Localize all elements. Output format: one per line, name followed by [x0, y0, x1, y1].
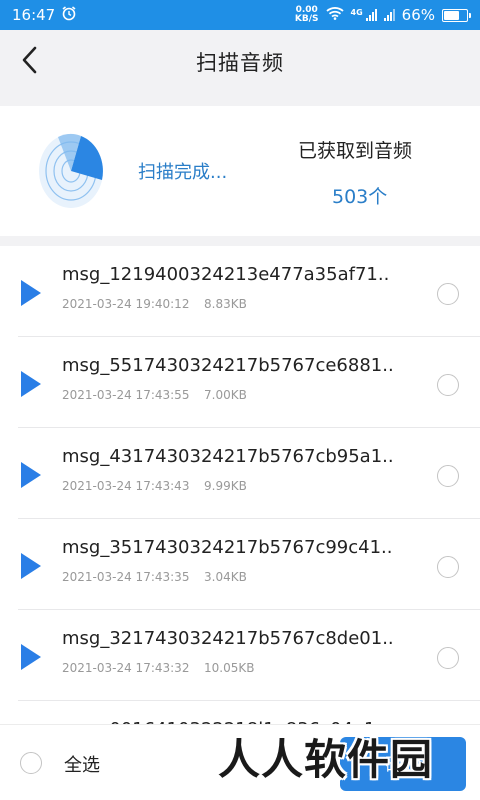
page-title: 扫描音频	[196, 51, 284, 75]
battery-icon	[442, 8, 471, 22]
scan-summary-card: 扫描完成... 已获取到音频 503个	[0, 106, 480, 236]
list-item[interactable]: msg_3517430324217b5767c99c41.. 2021-03-2…	[0, 519, 480, 610]
play-icon[interactable]	[20, 370, 42, 398]
select-all-label[interactable]: 全选	[64, 751, 100, 777]
play-icon[interactable]	[20, 643, 42, 671]
signal-icon	[365, 9, 377, 21]
file-name: msg_4317430324217b5767cb95a1..	[62, 446, 394, 467]
battery-percent: 66%	[401, 6, 435, 24]
signal-icon-2	[383, 9, 395, 21]
list-item[interactable]: msg_4317430324217b5767cb95a1.. 2021-03-2…	[0, 428, 480, 519]
file-size: 3.04KB	[204, 570, 247, 584]
list-item[interactable]: msg_1219400324213e477a35af71.. 2021-03-2…	[0, 246, 480, 337]
network-type: 4G	[350, 8, 363, 17]
list-item[interactable]: msg_5517430324217b5767ce6881.. 2021-03-2…	[0, 337, 480, 428]
back-button[interactable]	[14, 44, 44, 80]
confirm-button[interactable]: 确定	[340, 737, 466, 791]
result-label: 已获取到音频	[298, 140, 413, 162]
select-radio[interactable]	[437, 647, 459, 669]
file-date: 2021-03-24 19:40:12	[62, 297, 190, 311]
play-icon[interactable]	[20, 461, 42, 489]
file-name: msg_5517430324217b5767ce6881..	[62, 355, 394, 376]
file-date: 2021-03-24 17:43:35	[62, 570, 190, 584]
chevron-left-icon	[21, 46, 37, 78]
alarm-icon	[61, 5, 77, 25]
play-icon[interactable]	[20, 552, 42, 580]
wifi-icon	[325, 6, 344, 24]
file-size: 7.00KB	[204, 388, 247, 402]
file-date: 2021-03-24 17:43:43	[62, 479, 190, 493]
list-item[interactable]: msg_0016410322218l1e836c04e1	[0, 701, 480, 724]
header: 扫描音频	[0, 30, 480, 94]
result-count: 503个	[332, 186, 388, 208]
select-radio[interactable]	[437, 556, 459, 578]
radar-scan-icon	[38, 132, 104, 210]
select-radio[interactable]	[437, 283, 459, 305]
bottom-bar: 全选 确定	[0, 724, 480, 800]
file-size: 8.83KB	[204, 297, 247, 311]
list-item[interactable]: msg_3217430324217b5767c8de01.. 2021-03-2…	[0, 610, 480, 701]
scan-status-text: 扫描完成...	[138, 162, 228, 183]
file-name: msg_1219400324213e477a35af71..	[62, 264, 390, 285]
file-date: 2021-03-24 17:43:32	[62, 661, 190, 675]
select-radio[interactable]	[437, 465, 459, 487]
file-name: msg_3517430324217b5767c99c41..	[62, 537, 393, 558]
select-all-radio[interactable]	[20, 752, 42, 774]
status-bar: 16:47 0.00 KB/S 4G 66%	[0, 0, 480, 30]
file-date: 2021-03-24 17:43:55	[62, 388, 190, 402]
audio-file-list: msg_1219400324213e477a35af71.. 2021-03-2…	[0, 246, 480, 724]
play-icon[interactable]	[20, 279, 42, 307]
net-speed: 0.00 KB/S	[294, 5, 319, 24]
file-size: 10.05KB	[204, 661, 255, 675]
status-time: 16:47	[12, 6, 56, 24]
file-name: msg_3217430324217b5767c8de01..	[62, 628, 394, 649]
select-radio[interactable]	[437, 374, 459, 396]
file-size: 9.99KB	[204, 479, 247, 493]
